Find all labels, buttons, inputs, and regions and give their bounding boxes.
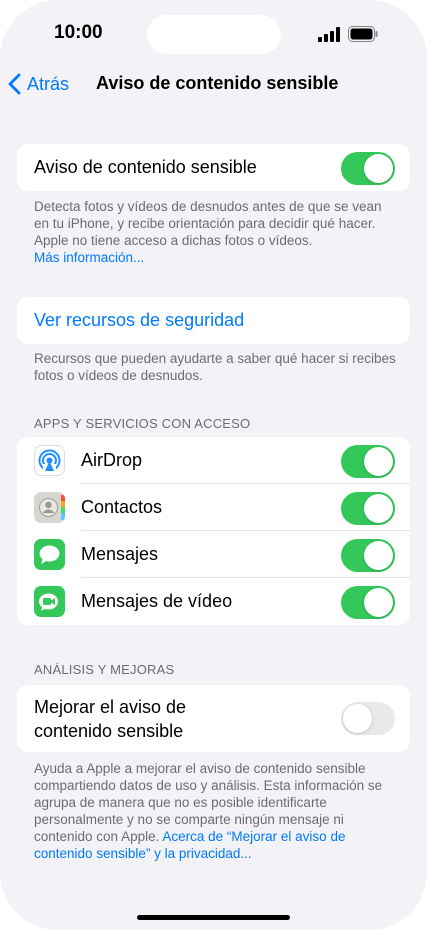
facetime-icon <box>34 586 65 617</box>
chevron-left-icon <box>8 73 21 95</box>
toggle-knob <box>364 154 393 183</box>
toggle-knob <box>364 541 393 570</box>
messages-icon <box>34 539 65 570</box>
back-button[interactable]: Atrás <box>8 70 69 98</box>
resources-row[interactable]: Ver recursos de seguridad <box>17 297 410 344</box>
status-time: 10:00 <box>54 22 103 43</box>
analytics-group: Mejorar el aviso de contenido sensible <box>17 685 410 752</box>
app-row-contacts: Contactos <box>17 484 410 531</box>
toggle-knob <box>364 447 393 476</box>
apps-group: AirDrop Contactos Mensajes Mensajes de v… <box>17 437 410 625</box>
resources-link[interactable]: Ver recursos de seguridad <box>34 310 244 331</box>
messages-toggle[interactable] <box>341 539 395 572</box>
improve-label-line2: contenido sensible <box>34 721 184 741</box>
warning-toggle[interactable] <box>341 152 395 185</box>
app-row-airdrop: AirDrop <box>17 437 410 484</box>
resources-group: Ver recursos de seguridad <box>17 297 410 344</box>
warning-description: Detecta fotos y vídeos de desnudos antes… <box>34 199 382 248</box>
page-title: Aviso de contenido sensible <box>96 73 339 93</box>
improve-label-line1: Mejorar el aviso de <box>34 697 187 717</box>
cellular-signal-icon <box>318 27 340 42</box>
airdrop-toggle[interactable] <box>341 445 395 478</box>
warning-row: Aviso de contenido sensible <box>17 144 410 191</box>
app-row-facetime: Mensajes de vídeo <box>17 578 410 625</box>
contacts-icon <box>34 492 65 523</box>
improve-label: Mejorar el aviso de contenido sensible <box>34 695 284 743</box>
battery-icon <box>348 26 378 42</box>
dynamic-island <box>147 15 281 54</box>
resources-footnote: Recursos que pueden ayudarte a saber qué… <box>34 351 396 383</box>
warning-label: Aviso de contenido sensible <box>34 157 257 177</box>
facetime-toggle[interactable] <box>341 586 395 619</box>
app-row-messages: Mensajes <box>17 531 410 578</box>
home-indicator[interactable] <box>137 915 290 920</box>
app-label-contacts: Contactos <box>81 497 163 517</box>
improve-toggle[interactable] <box>341 702 395 735</box>
contacts-toggle[interactable] <box>341 492 395 525</box>
navigation-bar: Atrás Aviso de contenido sensible <box>0 62 427 106</box>
warning-group: Aviso de contenido sensible <box>17 144 410 191</box>
apps-section-header: APPS Y SERVICIOS CON ACCESO <box>34 416 251 431</box>
airdrop-icon <box>34 445 65 476</box>
status-bar: 10:00 <box>0 0 427 60</box>
toggle-knob <box>343 704 372 733</box>
analytics-section-header: ANÁLISIS Y MEJORAS <box>34 662 175 677</box>
analytics-footnote: Ayuda a Apple a mejorar el aviso de cont… <box>34 760 396 862</box>
app-label-facetime: Mensajes de vídeo <box>81 591 233 611</box>
back-label: Atrás <box>27 73 70 94</box>
toggle-knob <box>364 494 393 523</box>
phone-screen: 10:00 Atrás Aviso de contenido sensible … <box>0 0 427 930</box>
app-label-airdrop: AirDrop <box>81 450 143 470</box>
app-label-messages: Mensajes <box>81 544 159 564</box>
warning-footnote: Detecta fotos y vídeos de desnudos antes… <box>34 198 396 266</box>
more-info-link[interactable]: Más información... <box>34 250 144 265</box>
toggle-knob <box>364 588 393 617</box>
